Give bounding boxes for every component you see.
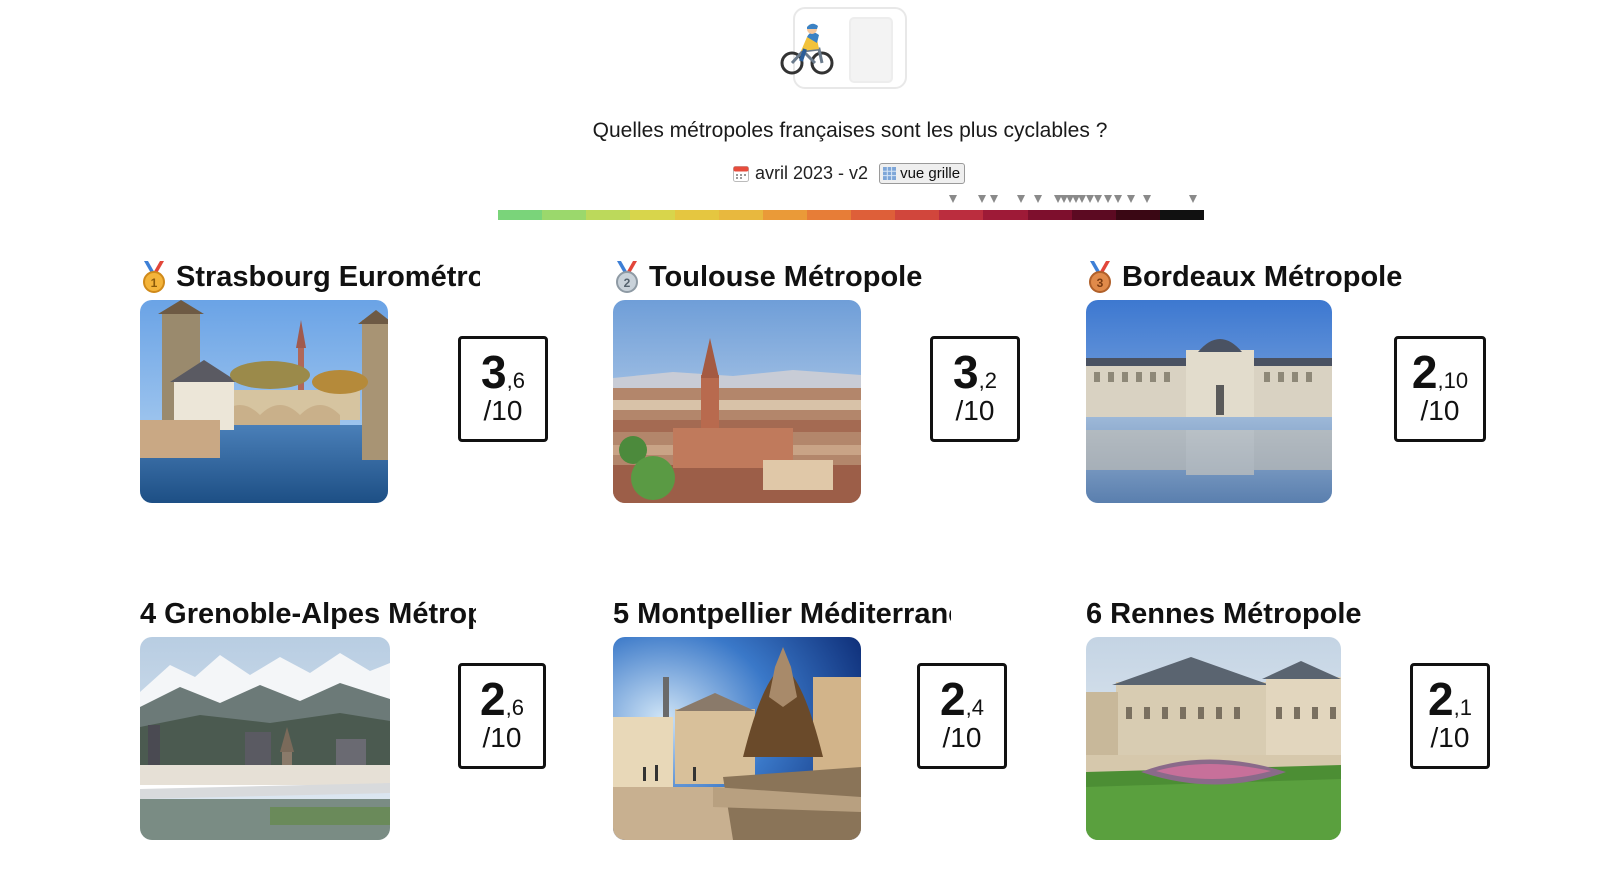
city-name: Strasbourg Eurométro xyxy=(176,260,480,293)
scale-segment xyxy=(983,210,1028,220)
city-heading: 2 Toulouse Métropole xyxy=(613,260,933,294)
silver-medal-icon: 2 xyxy=(613,261,641,293)
city-photo xyxy=(613,637,861,840)
scale-segment xyxy=(1159,210,1204,220)
app-logo xyxy=(780,7,907,89)
score-badge: 2,6 /10 xyxy=(458,663,546,769)
score-denominator: /10 xyxy=(483,395,523,426)
score-decimal: ,4 xyxy=(965,695,984,720)
city-name: Bordeaux Métropole xyxy=(1122,260,1403,293)
scale-segment xyxy=(586,210,631,220)
score-integer: 2 xyxy=(1428,673,1454,725)
svg-text:2: 2 xyxy=(624,276,631,290)
bronze-medal-icon: 3 xyxy=(1086,261,1114,293)
score-decimal: ,6 xyxy=(506,368,525,393)
page-title: Quelles métropoles françaises sont les p… xyxy=(592,119,1108,142)
city-heading: 6 Rennes Métropole xyxy=(1086,597,1426,631)
scale-segment xyxy=(718,210,763,220)
score-decimal: ,1 xyxy=(1453,695,1472,720)
svg-text:1: 1 xyxy=(151,276,158,290)
score-decimal: ,6 xyxy=(505,695,524,720)
score-scale xyxy=(498,194,1204,220)
score-badge: 2,4 /10 xyxy=(917,663,1007,769)
scale-segment xyxy=(630,210,675,220)
score-integer: 2 xyxy=(1411,346,1438,398)
score-badge: 3,2 /10 xyxy=(930,336,1020,442)
city-photo xyxy=(140,300,388,503)
score-integer: 2 xyxy=(480,673,506,725)
score-denominator: /10 xyxy=(1430,722,1470,753)
score-badge: 2,10 /10 xyxy=(1394,336,1486,442)
scale-segment xyxy=(1071,210,1116,220)
calendar-icon xyxy=(733,165,749,182)
svg-text:3: 3 xyxy=(1097,276,1104,290)
city-name: 4 Grenoble-Alpes Métropole xyxy=(140,597,476,630)
scale-segment xyxy=(806,210,851,220)
score-integer: 2 xyxy=(940,673,966,725)
cyclist-icon xyxy=(780,23,834,75)
scale-bar xyxy=(498,210,1204,220)
logo-frame xyxy=(849,17,893,83)
score-decimal: ,10 xyxy=(1437,368,1469,393)
scale-segment xyxy=(851,210,896,220)
city-heading: 1 Strasbourg Eurométro xyxy=(140,260,480,294)
score-integer: 3 xyxy=(953,346,979,398)
scale-segment xyxy=(498,210,543,220)
scale-segment xyxy=(895,210,940,220)
scale-segment xyxy=(1027,210,1072,220)
scale-markers xyxy=(498,194,1204,208)
city-name: Toulouse Métropole xyxy=(649,260,923,293)
city-photo xyxy=(613,300,861,503)
score-denominator: /10 xyxy=(955,395,995,426)
score-denominator: /10 xyxy=(1420,395,1460,426)
meta-row: avril 2023 - v2 vue grille xyxy=(733,162,966,184)
city-photo xyxy=(140,637,390,840)
scale-segment xyxy=(1115,210,1160,220)
score-badge: 3,6 /10 xyxy=(458,336,548,442)
city-heading: 5 Montpellier Méditerranée Métropole xyxy=(613,597,951,631)
city-heading: 4 Grenoble-Alpes Métropole xyxy=(140,597,476,631)
score-denominator: /10 xyxy=(942,722,982,753)
scale-segment xyxy=(762,210,807,220)
score-integer: 3 xyxy=(481,346,507,398)
grid-view-button[interactable]: vue grille xyxy=(879,162,966,184)
grid-icon xyxy=(883,166,897,180)
city-photo xyxy=(1086,300,1332,503)
gold-medal-icon: 1 xyxy=(140,261,168,293)
score-denominator: /10 xyxy=(482,722,522,753)
score-decimal: ,2 xyxy=(978,368,997,393)
scale-segment xyxy=(542,210,587,220)
city-name: 5 Montpellier Méditerranée Métropole xyxy=(613,597,951,630)
city-heading: 3 Bordeaux Métropole xyxy=(1086,260,1426,294)
scale-segment xyxy=(674,210,719,220)
date-version: avril 2023 - v2 xyxy=(755,162,869,183)
city-photo xyxy=(1086,637,1341,840)
score-badge: 2,1 /10 xyxy=(1410,663,1490,769)
city-name: 6 Rennes Métropole xyxy=(1086,597,1362,630)
scale-segment xyxy=(939,210,984,220)
grid-button-label: vue grille xyxy=(900,164,961,182)
